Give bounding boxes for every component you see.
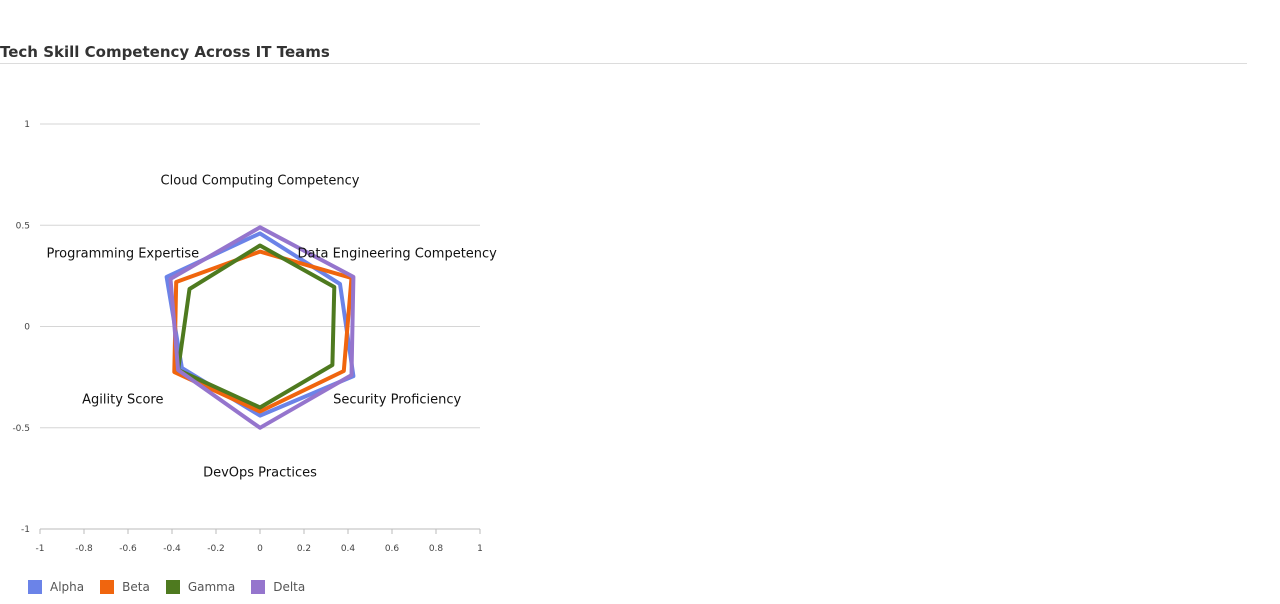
legend-label: Delta bbox=[273, 580, 306, 594]
x-tick-label: -0.6 bbox=[119, 544, 137, 554]
x-tick-label: 0.2 bbox=[297, 544, 311, 554]
legend-label: Alpha bbox=[50, 580, 85, 594]
y-tick-label: 0 bbox=[24, 323, 30, 333]
legend-label: Beta bbox=[122, 580, 150, 594]
legend-swatch bbox=[28, 580, 42, 594]
x-tick-label: 0.8 bbox=[429, 544, 444, 554]
radar-chart: 1 0.5 0 -0.5 -1 -1 -0.8 -0.6 -0.4 -0.2 0 0.2 0.4 0.6 0… bbox=[12, 120, 497, 554]
x-tick-label: 0.6 bbox=[385, 544, 400, 554]
legend-item-delta[interactable]: Delta bbox=[251, 580, 305, 594]
legend-item-gamma[interactable]: Gamma bbox=[165, 580, 236, 594]
legend-item-beta[interactable]: Beta bbox=[100, 580, 150, 594]
legend-swatch bbox=[100, 580, 115, 594]
y-tick-label: -0.5 bbox=[12, 424, 30, 434]
y-tick-label: -1 bbox=[21, 525, 30, 535]
radar-axis-label: DevOps Practices bbox=[203, 465, 317, 480]
radar-axis-label: Data Engineering Competency bbox=[297, 247, 497, 262]
legend-item-alpha[interactable]: Alpha bbox=[28, 580, 84, 594]
chart-legend: Alpha Beta Gamma Delta bbox=[28, 580, 321, 594]
legend-swatch bbox=[251, 580, 266, 594]
x-tick-label: 0.4 bbox=[341, 544, 356, 554]
x-tick-label: 1 bbox=[477, 544, 483, 554]
legend-swatch bbox=[165, 580, 180, 594]
radar-axis-label: Programming Expertise bbox=[46, 247, 199, 262]
legend-label: Gamma bbox=[187, 580, 236, 594]
radar-axis-label: Cloud Computing Competency bbox=[161, 174, 360, 189]
y-tick-label: 1 bbox=[24, 120, 30, 130]
radar-axis-label: Security Proficiency bbox=[333, 392, 461, 407]
x-tick-label: -0.4 bbox=[163, 544, 181, 554]
x-tick-label: 0 bbox=[257, 544, 263, 554]
x-tick-label: -1 bbox=[36, 544, 45, 554]
x-tick-label: -0.8 bbox=[75, 544, 93, 554]
x-tick-label: -0.2 bbox=[207, 544, 225, 554]
radar-axis-label: Agility Score bbox=[82, 392, 163, 407]
y-tick-label: 0.5 bbox=[16, 221, 30, 231]
